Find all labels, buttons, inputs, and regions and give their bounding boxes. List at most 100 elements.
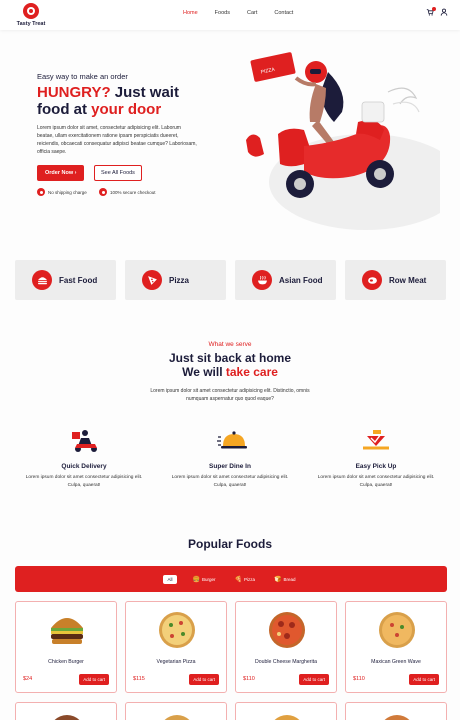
service-title: Quick Delivery [61, 463, 107, 470]
bread-icon: 🍞 [274, 576, 282, 583]
pickup-icon [363, 430, 389, 450]
add-to-cart-button[interactable]: Add to cart [299, 674, 329, 685]
service-super-dine-in: Super Dine In Lorem ipsum dolor sit amet… [165, 428, 295, 490]
meat-icon [362, 270, 382, 290]
food-image [269, 715, 305, 720]
logo[interactable]: Tasty Treat [14, 3, 48, 27]
add-to-cart-button[interactable]: Add to cart [79, 674, 109, 685]
category-pizza[interactable]: Pizza [125, 260, 226, 300]
nav-cart[interactable]: Cart [247, 10, 257, 16]
pizza-icon [142, 270, 162, 290]
shipping-icon [37, 188, 45, 196]
logo-text: Tasty Treat [16, 21, 46, 27]
hero-description: Lorem ipsum dolor sit amet, consectetur … [37, 125, 197, 155]
category-label: Row Meat [389, 275, 427, 285]
filter-pizza[interactable]: 🍕 Pizza [232, 574, 259, 585]
site-header: Tasty Treat Home Foods Cart Contact [0, 0, 460, 30]
category-label: Pizza [169, 275, 190, 285]
product-price: $24 [23, 676, 33, 682]
product-card[interactable]: Chicken Burger $24 Add to cart [15, 601, 117, 693]
product-price: $110 [243, 676, 255, 682]
filter-label: All [167, 576, 173, 582]
nav-home[interactable]: Home [183, 10, 198, 16]
burger-icon [32, 270, 52, 290]
product-price: $115 [133, 676, 145, 682]
service-easy-pick-up: Easy Pick Up Lorem ipsum dolor sit amet … [311, 428, 441, 490]
bowl-icon [252, 270, 272, 290]
filter-burger[interactable]: 🍔 Burger [190, 574, 219, 585]
feature-shipping-label: No shipping charge [48, 189, 87, 195]
serve-title-take-care: take care [225, 365, 278, 379]
order-now-button[interactable]: Order Now › [37, 165, 85, 181]
service-title: Easy Pick Up [355, 463, 397, 470]
pizza-image [269, 612, 305, 648]
burger-image [51, 618, 83, 644]
cart-badge [432, 7, 436, 11]
cloche-icon [217, 431, 247, 449]
feature-secure-label: 100% secure checkout [110, 189, 156, 195]
product-card[interactable] [125, 702, 227, 720]
food-filter-bar: All 🍔 Burger 🍕 Pizza 🍞 Bread [15, 566, 447, 592]
filter-all[interactable]: All [163, 574, 177, 584]
category-row-meat[interactable]: Row Meat [345, 260, 446, 300]
burger-icon: 🍔 [192, 576, 200, 583]
feature-secure: 100% secure checkout [99, 188, 156, 196]
serve-description: Lorem ipsum dolor sit amet consectetur a… [150, 388, 310, 402]
delivery-scooter-illustration: PIZZA [246, 52, 440, 230]
service-quick-delivery: Quick Delivery Lorem ipsum dolor sit ame… [19, 428, 149, 490]
food-image [379, 715, 415, 720]
pizza-icon: 🍕 [234, 576, 242, 583]
product-card[interactable]: Vegetarian Pizza $115 Add to cart [125, 601, 227, 693]
see-all-foods-button[interactable]: See All Foods [94, 165, 142, 181]
header-icons [426, 7, 448, 18]
product-card[interactable] [15, 702, 117, 720]
filter-label: Pizza [243, 576, 255, 582]
hero-title-food: food at [37, 101, 92, 118]
service-description: Lorem ipsum dolor sit amet consectetur a… [171, 475, 289, 488]
hero-title-wait: Just wait [110, 84, 179, 101]
nav-contact[interactable]: Contact [274, 10, 293, 16]
product-card[interactable]: Maxican Green Wave $110 Add to cart [345, 601, 447, 693]
hero-subtitle: Easy way to make an order [37, 72, 128, 81]
filter-label: Bread [283, 576, 296, 582]
product-card[interactable] [235, 702, 337, 720]
popular-foods-title: Popular Foods [188, 537, 272, 551]
service-title: Super Dine In [209, 463, 251, 470]
serve-title-line1: Just sit back at home [168, 351, 292, 365]
add-to-cart-button[interactable]: Add to cart [409, 674, 439, 685]
category-fast-food[interactable]: Fast Food [15, 260, 116, 300]
serve-title-we-will: We will [182, 365, 226, 379]
product-card[interactable]: Double Cheese Margherita $110 Add to car… [235, 601, 337, 693]
hero-title-door: your door [91, 101, 162, 118]
filter-bread[interactable]: 🍞 Bread [271, 574, 299, 585]
main-nav: Home Foods Cart Contact [183, 10, 310, 16]
cart-icon[interactable] [426, 7, 436, 18]
product-name: Double Cheese Margherita [255, 659, 317, 665]
product-name: Chicken Burger [48, 659, 84, 665]
product-price: $110 [353, 676, 365, 682]
hero-title-hungry: HUNGRY? [37, 84, 111, 101]
add-to-cart-button[interactable]: Add to cart [189, 674, 219, 685]
category-asian-food[interactable]: Asian Food [235, 260, 336, 300]
product-name: Maxican Green Wave [371, 659, 421, 665]
hero-title: HUNGRY? Just wait food at your door [37, 84, 227, 118]
nav-foods[interactable]: Foods [215, 10, 230, 16]
user-icon[interactable] [440, 8, 448, 18]
delivery-icon [72, 430, 97, 452]
service-description: Lorem ipsum dolor sit amet consectetur a… [25, 475, 143, 488]
category-label: Fast Food [59, 275, 98, 285]
food-image [159, 715, 195, 720]
secure-icon [99, 188, 107, 196]
service-description: Lorem ipsum dolor sit amet consectetur a… [317, 475, 435, 488]
product-name: Vegetarian Pizza [156, 659, 196, 665]
food-image [49, 715, 85, 720]
pizza-image [159, 612, 195, 648]
filter-label: Burger [201, 576, 216, 582]
product-card[interactable] [345, 702, 447, 720]
pizza-image [379, 612, 415, 648]
serve-tagline: What we serve [208, 341, 252, 348]
feature-shipping: No shipping charge [37, 188, 87, 196]
category-label: Asian Food [279, 275, 323, 285]
logo-icon [23, 3, 39, 19]
serve-title: Just sit back at home We will take care [0, 351, 460, 379]
